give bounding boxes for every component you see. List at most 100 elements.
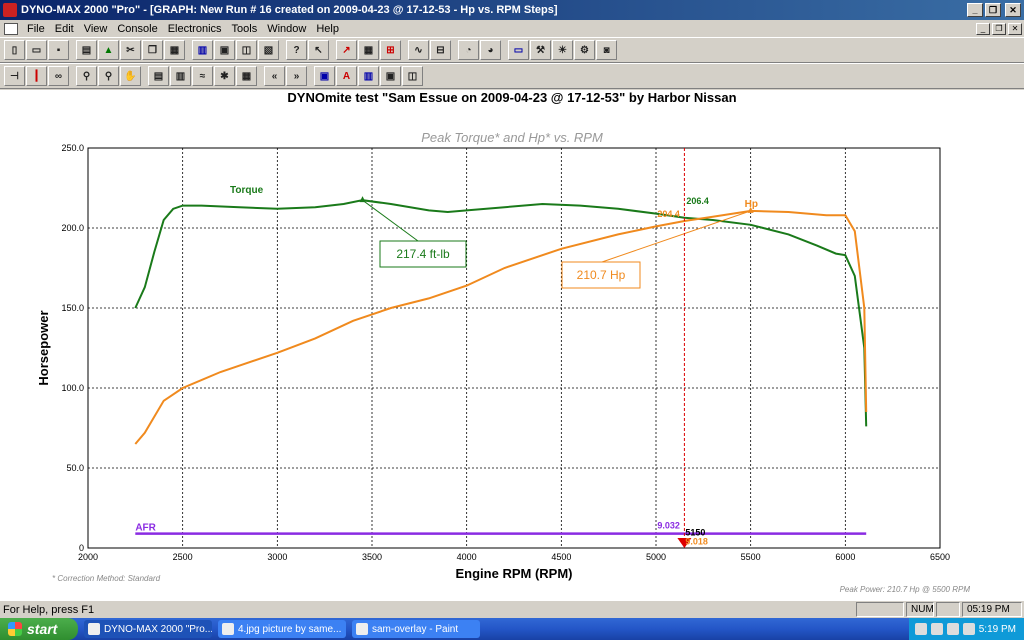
- pan-hand-icon[interactable]: ✋: [120, 66, 141, 86]
- task-dyno-max[interactable]: DYNO-MAX 2000 "Pro...: [84, 620, 212, 638]
- table-icon[interactable]: ▦: [358, 40, 379, 60]
- menu-bar: File Edit View Console Electronics Tools…: [0, 20, 1024, 37]
- next-run-icon[interactable]: »: [286, 66, 307, 86]
- waveform-icon[interactable]: ∿: [408, 40, 429, 60]
- network-tray-icon[interactable]: [946, 623, 959, 635]
- menu-help[interactable]: Help: [311, 23, 344, 35]
- start-button[interactable]: start: [0, 618, 78, 640]
- menu-electronics[interactable]: Electronics: [163, 23, 227, 35]
- glasses-icon[interactable]: ∞: [48, 66, 69, 86]
- status-time: 05:19 PM: [962, 602, 1022, 617]
- start-label: start: [27, 621, 58, 637]
- pin-icon[interactable]: ⊣: [4, 66, 25, 86]
- title-bar[interactable]: DYNO-MAX 2000 "Pro" - [GRAPH: New Run # …: [0, 0, 1024, 20]
- cut-icon[interactable]: ✂: [120, 40, 141, 60]
- x-tick-label: 2500: [173, 552, 193, 562]
- minimize-button[interactable]: _: [967, 3, 983, 17]
- menu-edit[interactable]: Edit: [50, 23, 79, 35]
- dyno-max-window: DYNO-MAX 2000 "Pro" - [GRAPH: New Run # …: [0, 0, 1024, 640]
- graph-icon[interactable]: ↗: [336, 40, 357, 60]
- app-icon: [3, 3, 17, 17]
- data-table-icon[interactable]: ▦: [236, 66, 257, 86]
- help-tray-icon[interactable]: [914, 623, 927, 635]
- volume-tray-icon[interactable]: [962, 623, 975, 635]
- y-tick-label: 0: [79, 543, 84, 553]
- menu-window[interactable]: Window: [262, 23, 311, 35]
- camera-icon[interactable]: ◙: [596, 40, 617, 60]
- properties-icon[interactable]: ▧: [258, 40, 279, 60]
- print-preview-icon[interactable]: ◫: [402, 66, 423, 86]
- menu-tools[interactable]: Tools: [227, 23, 263, 35]
- y-axis-label: Horsepower: [36, 310, 51, 385]
- task-paint[interactable]: sam-overlay - Paint: [352, 620, 480, 638]
- save-icon[interactable]: ▪: [48, 40, 69, 60]
- book-icon[interactable]: ▥: [192, 40, 213, 60]
- mdi-minimize-button[interactable]: _: [976, 22, 990, 35]
- zoom-in-icon[interactable]: ⚲: [76, 66, 97, 86]
- series-label-torque: Torque: [230, 185, 264, 196]
- task-label: 4.jpg picture by same...: [238, 623, 342, 635]
- status-bar: For Help, press F1 NUM 05:19 PM: [0, 600, 1024, 618]
- picture-task-icon: [222, 623, 234, 635]
- x-tick-label: 3000: [267, 552, 287, 562]
- hp-callout-label: 210.7 Hp: [577, 268, 626, 282]
- menu-view[interactable]: View: [79, 23, 113, 35]
- meter-icon[interactable]: ◕: [480, 40, 501, 60]
- security-tray-icon[interactable]: [930, 623, 943, 635]
- lightbulb-icon[interactable]: ☀: [552, 40, 573, 60]
- x-tick-label: 4000: [457, 552, 477, 562]
- windows-logo-icon: [8, 622, 22, 636]
- book-icon[interactable]: ▥: [358, 66, 379, 86]
- zoom-out-icon[interactable]: ⚲: [98, 66, 119, 86]
- mdi-close-button[interactable]: ✕: [1008, 22, 1022, 35]
- gauge-icon[interactable]: ◔: [458, 40, 479, 60]
- dyno-chart[interactable]: 2000 2500 3000 3500 4000 4500 5000 5500 6000 6500…: [0, 90, 1024, 600]
- overlay-icon[interactable]: ▤: [148, 66, 169, 86]
- print-icon[interactable]: ▣: [214, 40, 235, 60]
- menu-file[interactable]: File: [22, 23, 50, 35]
- main-toolbar: ▯ ▭ ▪ ▤ ▲ ✂ ❐ ▦ ▥ ▣ ◫ ▧ ? ↖ ↗ ▦ ⊞ ∿ ⊟ ◔ …: [0, 37, 1024, 63]
- new-file-icon[interactable]: ▯: [4, 40, 25, 60]
- context-help-icon[interactable]: ↖: [308, 40, 329, 60]
- y-tick-label: 100.0: [61, 383, 84, 393]
- cursor-line-icon[interactable]: ┃: [26, 66, 47, 86]
- copy-icon[interactable]: ❐: [142, 40, 163, 60]
- computer-icon[interactable]: ▭: [508, 40, 529, 60]
- chart-window-icon[interactable]: ▣: [314, 66, 335, 86]
- x-tick-label: 3500: [362, 552, 382, 562]
- task-picture-viewer[interactable]: 4.jpg picture by same...: [218, 620, 346, 638]
- grid-icon[interactable]: ⊞: [380, 40, 401, 60]
- print-icon[interactable]: ▣: [380, 66, 401, 86]
- compare-icon[interactable]: ▥: [170, 66, 191, 86]
- print-preview-icon[interactable]: ◫: [236, 40, 257, 60]
- close-button[interactable]: ✕: [1005, 3, 1021, 17]
- paste-icon[interactable]: ▦: [164, 40, 185, 60]
- correction-method-note: * Correction Method: Standard: [52, 574, 161, 583]
- x-tick-label: 6500: [930, 552, 950, 562]
- status-num: NUM: [906, 602, 934, 617]
- restore-button[interactable]: ❐: [985, 3, 1001, 17]
- font-icon[interactable]: A: [336, 66, 357, 86]
- clipboard-icon[interactable]: ▤: [76, 40, 97, 60]
- task-label: DYNO-MAX 2000 "Pro...: [104, 623, 212, 635]
- help-icon[interactable]: ?: [286, 40, 307, 60]
- peak-power-note: Peak Power: 210.7 Hp @ 5500 RPM: [840, 585, 971, 594]
- open-folder-icon[interactable]: ▭: [26, 40, 47, 60]
- mdi-restore-button[interactable]: ❐: [992, 22, 1006, 35]
- status-help-text: For Help, press F1: [3, 603, 95, 616]
- window-title: DYNO-MAX 2000 "Pro" - [GRAPH: New Run # …: [21, 4, 558, 16]
- wrench-icon[interactable]: ⚙: [574, 40, 595, 60]
- paint-task-icon: [356, 623, 368, 635]
- previous-run-icon[interactable]: «: [264, 66, 285, 86]
- graph-toolbar: ⊣ ┃ ∞ ⚲ ⚲ ✋ ▤ ▥ ≈ ✱ ▦ « » ▣ A ▥ ▣ ◫: [0, 63, 1024, 89]
- cursor-afr-value: 9.032: [657, 521, 680, 531]
- tree-icon[interactable]: ▲: [98, 40, 119, 60]
- smooth-icon[interactable]: ≈: [192, 66, 213, 86]
- menu-console[interactable]: Console: [112, 23, 162, 35]
- graph-panel[interactable]: DYNOmite test "Sam Essue on 2009-04-23 @…: [0, 90, 1024, 600]
- step-icon[interactable]: ⊟: [430, 40, 451, 60]
- tools-icon[interactable]: ⚒: [530, 40, 551, 60]
- status-scroll: [936, 602, 960, 617]
- document-icon[interactable]: [4, 22, 18, 35]
- spread-icon[interactable]: ✱: [214, 66, 235, 86]
